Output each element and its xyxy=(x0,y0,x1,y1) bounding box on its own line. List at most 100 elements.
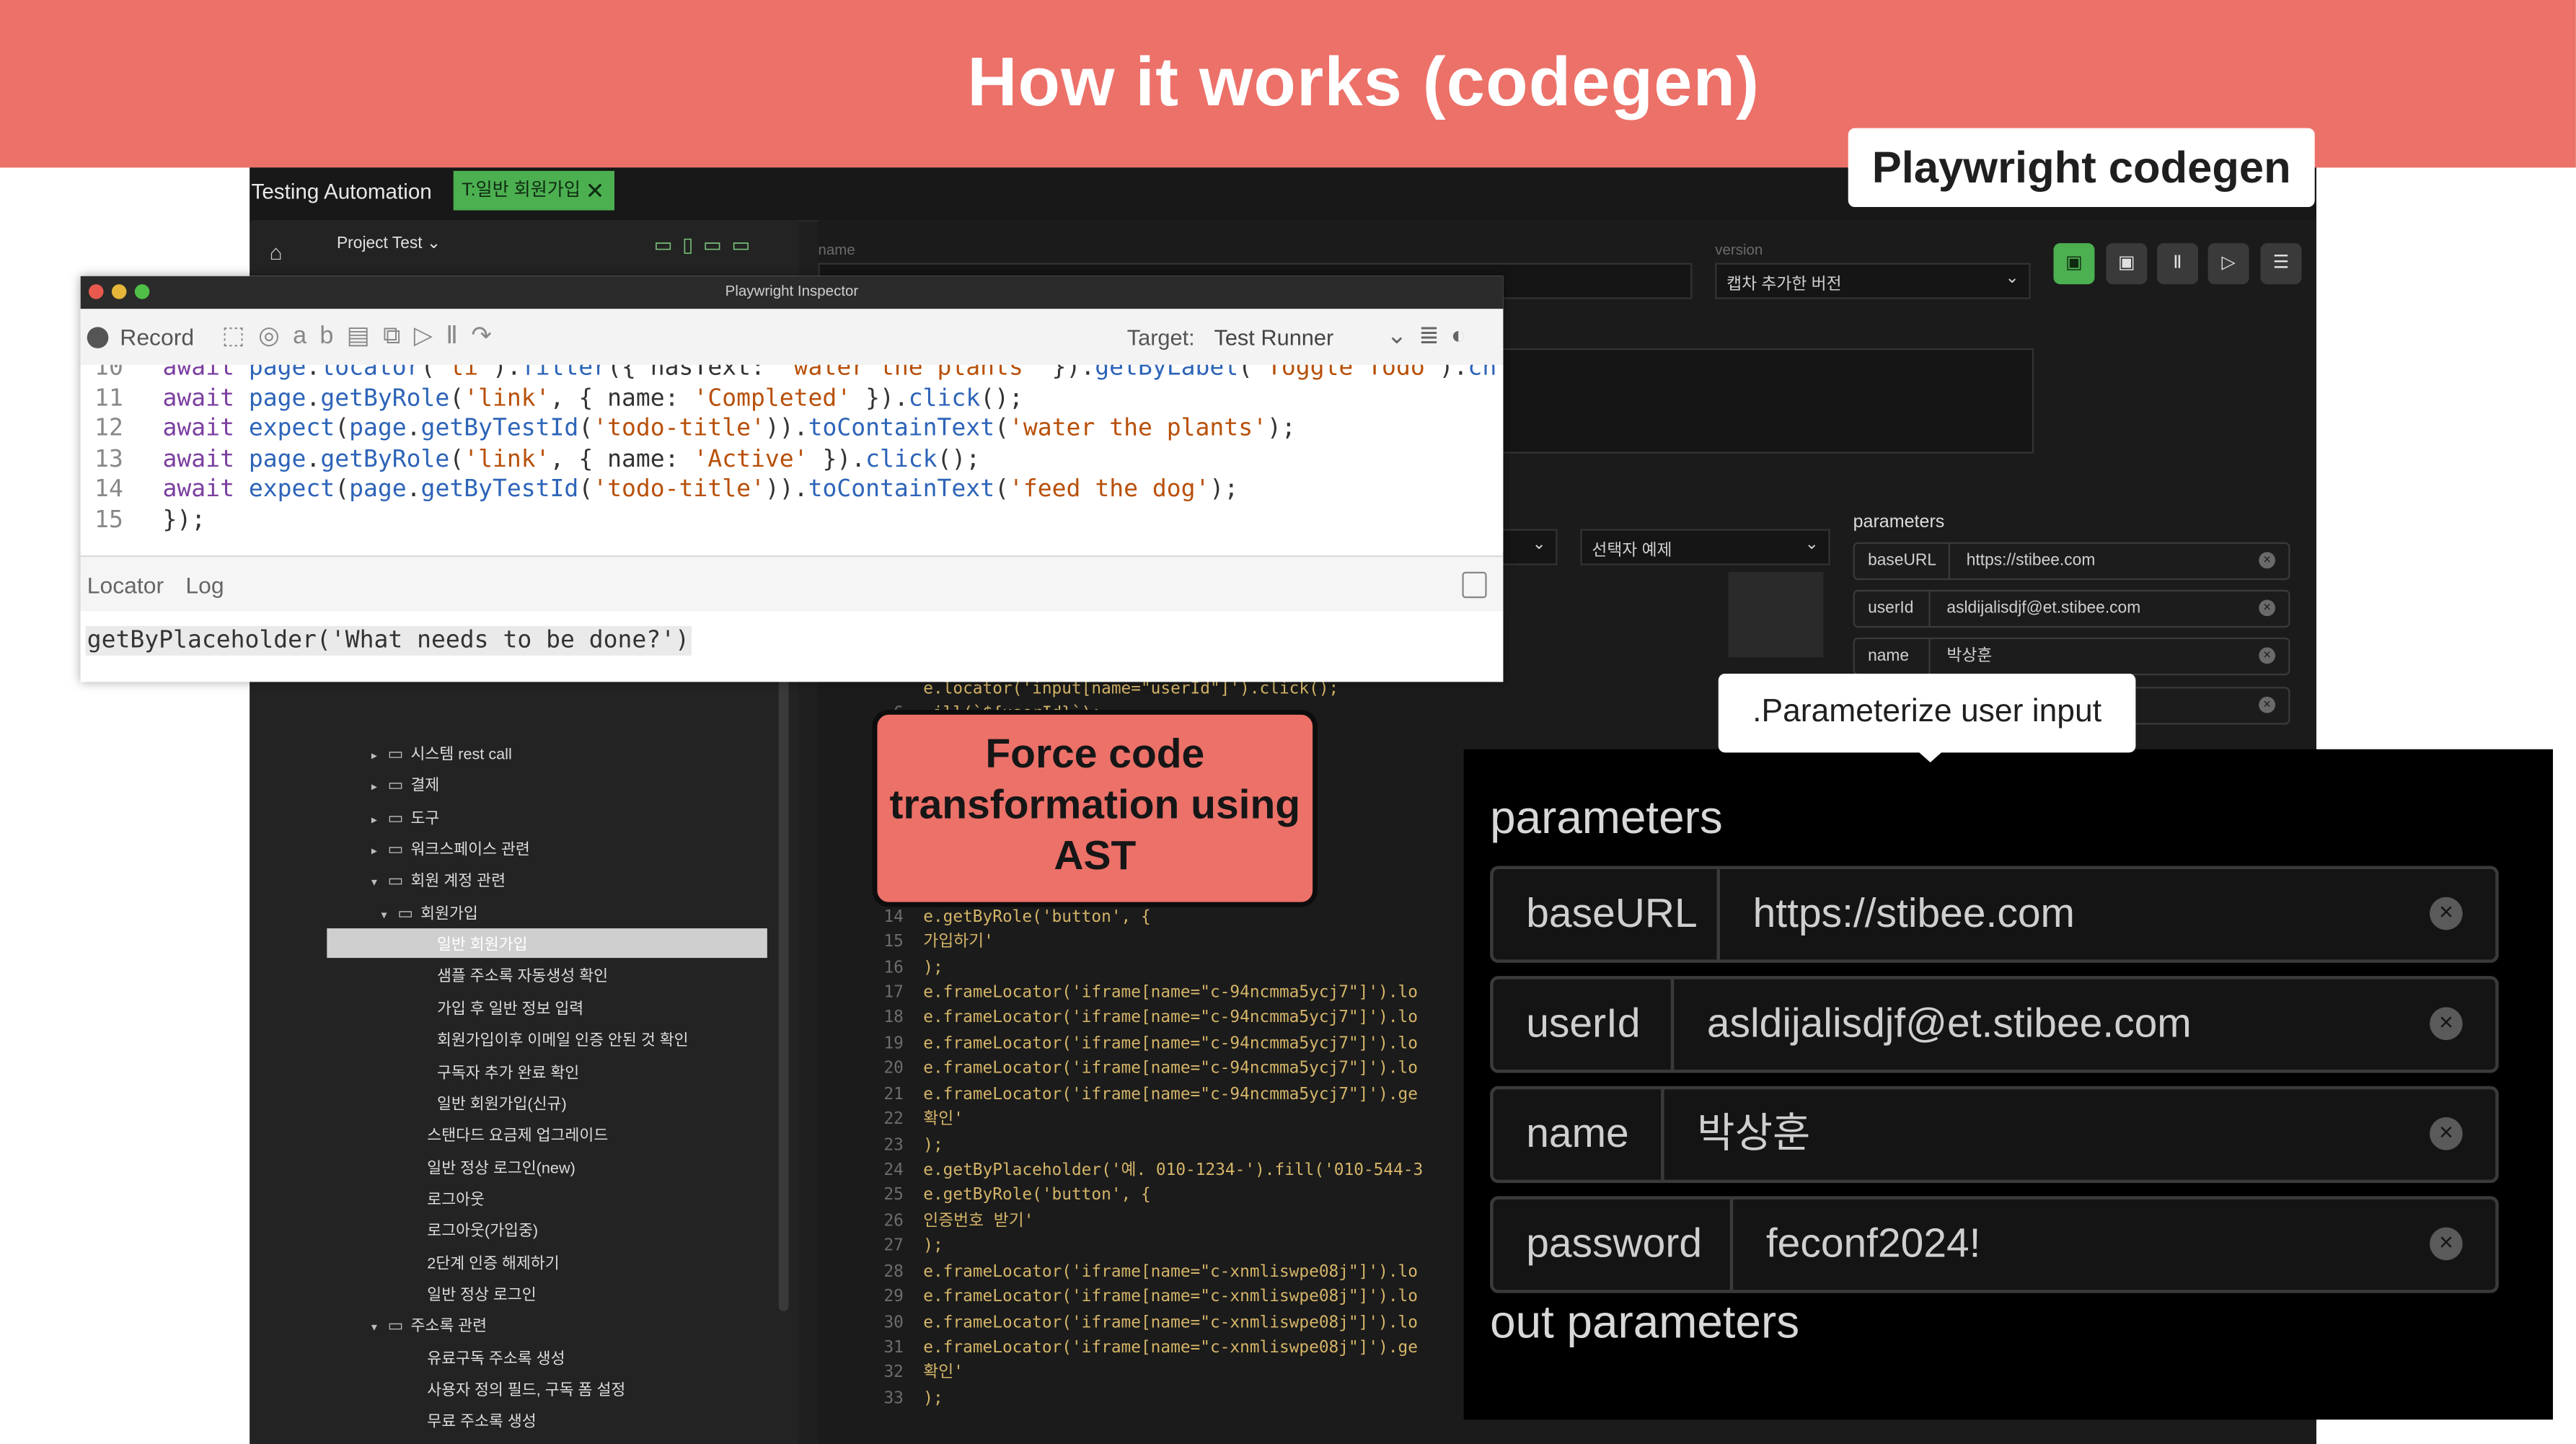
clear-icon[interactable]: × xyxy=(2259,696,2276,713)
line-number: 31 xyxy=(883,1339,904,1357)
text-assert-icon[interactable]: ab xyxy=(293,322,346,350)
tree-item[interactable]: 일반 정상 로그인(new) xyxy=(427,1153,575,1184)
param-value-input[interactable]: 박상훈 xyxy=(1697,1089,1810,1179)
param-row: password feconf2024! × xyxy=(1490,1196,2499,1293)
version-select[interactable]: 캡차 추가한 버전 ⌄ xyxy=(1715,263,2031,299)
tree-item[interactable]: 로그아웃(가입중) xyxy=(427,1216,538,1247)
tree-item-label: 가입 후 일반 정보 입력 xyxy=(436,1000,584,1018)
tree-item[interactable]: 일반 정상 로그인 xyxy=(427,1280,536,1311)
target-select[interactable]: Test Runner xyxy=(1214,325,1333,350)
tree-item[interactable]: ▸▭admin.stibee.com xyxy=(371,1439,533,1444)
selector-example-label: 선택자 예제 xyxy=(1592,542,1672,560)
chevron-down-icon[interactable]: ▾ xyxy=(381,900,397,931)
pause-icon[interactable]: Ⅱ xyxy=(2157,243,2198,285)
play-icon[interactable]: ▷ xyxy=(2207,243,2249,285)
tree-item[interactable]: 샘플 주소록 자동생성 확인 xyxy=(437,962,608,993)
tree-item[interactable]: 로그아웃 xyxy=(427,1184,485,1215)
file-add-icon[interactable]: ▯ xyxy=(682,233,703,256)
tree-item[interactable]: 사용자 정의 필드, 구독 폼 설정 xyxy=(427,1375,625,1406)
chevron-down-icon[interactable]: ⌄ xyxy=(1387,322,1419,350)
param-value-input[interactable]: 박상훈 xyxy=(1946,639,1992,674)
tree-item[interactable]: ▾ ▭ 회원 계정 관련 xyxy=(371,866,506,897)
clear-icon[interactable]: × xyxy=(2259,647,2276,664)
tree-item[interactable]: 가입 후 일반 정보 입력 xyxy=(437,994,583,1025)
tree-item[interactable]: ▸ ▭ 결제 xyxy=(371,771,440,802)
param-value-input[interactable]: https://stibee.com xyxy=(1753,869,2075,959)
param-value-input[interactable]: asldijalisdjf@et.stibee.com xyxy=(1946,591,2140,626)
tree-item-label: 회원 계정 관련 xyxy=(410,873,506,892)
param-value-input[interactable]: https://stibee.com xyxy=(1967,544,2096,578)
project-dropdown[interactable]: Project Test ⌄ xyxy=(337,235,441,253)
tree-item[interactable]: ▸ ▭ 시스템 rest call xyxy=(371,739,512,770)
tab-log[interactable]: Log xyxy=(185,572,224,598)
record-icon[interactable] xyxy=(87,327,109,348)
codegen-button[interactable]: ▣ xyxy=(2053,243,2095,285)
value-assert-icon[interactable]: ▤ xyxy=(347,322,384,350)
chevron-right-icon[interactable]: ▸ xyxy=(371,837,388,868)
tree-item[interactable]: 유료구독 주소록 생성 xyxy=(427,1344,565,1375)
callout-label: .Parameterize user input xyxy=(1752,693,2102,730)
project-label: Project Test xyxy=(336,234,423,253)
code-text: e.frameLocator('iframe[name="c-94ncmma5y… xyxy=(923,1086,1418,1104)
tree-item-label: 일반 정상 로그인(new) xyxy=(427,1159,575,1178)
eye-icon[interactable]: ◎ xyxy=(258,322,293,350)
theme-toggle-icon[interactable]: ◐ xyxy=(1451,322,1478,350)
folder-actions[interactable]: ▭▯▭▭ xyxy=(654,233,760,256)
chevron-right-icon[interactable]: ▸ xyxy=(371,772,388,804)
step-over-icon[interactable]: ↷ xyxy=(471,322,505,350)
tree-item[interactable]: 일반 회원가입 xyxy=(437,930,528,961)
code-text: 확인' xyxy=(923,1364,963,1383)
chevron-right-icon[interactable]: ▸ xyxy=(371,805,388,836)
folder-open-icon[interactable]: ▭ xyxy=(703,233,732,256)
tree-item[interactable]: 회원가입이후 이메일 인증 안된 것 확인 xyxy=(437,1026,689,1057)
tree-item[interactable]: ▸ ▭ 워크스페이스 관련 xyxy=(371,835,530,866)
folder-icon[interactable]: ▭ xyxy=(731,233,760,256)
chevron-down-icon: ⌄ xyxy=(1804,535,1819,554)
tab-signup[interactable]: T:일반 회원가입 ✕ xyxy=(453,170,614,211)
clear-icon[interactable]: × xyxy=(2430,1117,2463,1150)
record-button[interactable]: Record xyxy=(120,324,194,350)
param-value-input[interactable]: feconf2024! xyxy=(1766,1199,1981,1290)
code-text: ); xyxy=(923,1389,943,1408)
clear-icon[interactable]: × xyxy=(2259,599,2276,617)
tree-item[interactable]: ▾ ▭ 주소록 관련 xyxy=(371,1312,487,1343)
tree-item[interactable]: 2단계 인증 해제하기 xyxy=(427,1248,559,1279)
folder-icon[interactable]: ▭ xyxy=(654,233,683,256)
selector-example-select[interactable]: 선택자 예제 ⌄ xyxy=(1580,529,1830,565)
callout-label: Playwright codegen xyxy=(1871,143,2291,193)
home-icon[interactable]: ⌂ xyxy=(270,240,296,266)
menu-icon[interactable]: ≣ xyxy=(1419,322,1451,350)
resume-icon[interactable]: ▷ xyxy=(414,322,446,350)
locator-input[interactable]: getByPlaceholder('What needs to be done?… xyxy=(85,625,692,656)
document-icon[interactable]: ☰ xyxy=(2260,243,2302,285)
tree-item[interactable]: ▸ ▭ 도구 xyxy=(371,803,440,834)
close-icon[interactable]: ✕ xyxy=(586,171,605,211)
tree-item[interactable]: 구독자 추가 완료 확인 xyxy=(437,1057,579,1088)
code-text: e.frameLocator('iframe[name="c-xnmliswpe… xyxy=(923,1262,1418,1282)
copy-icon[interactable] xyxy=(1462,571,1487,599)
clear-icon[interactable]: × xyxy=(2430,1007,2463,1040)
param-value-input[interactable]: asldijalisdjf@et.stibee.com xyxy=(1707,979,2192,1070)
chevron-right-icon[interactable]: ▸ xyxy=(371,741,388,772)
tree-item[interactable]: ▾ ▭ 회원가입 xyxy=(381,898,477,929)
pick-locator-icon[interactable]: ⬚ xyxy=(222,322,259,350)
cube-icon[interactable]: ▣ xyxy=(2106,243,2148,285)
code-text: e.frameLocator('iframe[name="c-94ncmma5y… xyxy=(923,1034,1418,1053)
clear-icon[interactable]: × xyxy=(2430,897,2463,930)
chevron-down-icon: ⌄ xyxy=(2005,269,2019,288)
chevron-right-icon[interactable]: ▸ xyxy=(371,1440,388,1444)
clear-icon[interactable]: × xyxy=(2430,1227,2463,1261)
description-textarea[interactable] xyxy=(1475,348,2034,454)
tree-item[interactable]: 무료 주소록 생성 xyxy=(427,1407,536,1438)
code-minimap[interactable] xyxy=(1728,571,1824,658)
copy-icon[interactable]: ⧉ xyxy=(383,322,414,350)
chevron-down-icon[interactable]: ▾ xyxy=(371,868,388,899)
chevron-down-icon[interactable]: ▾ xyxy=(371,1313,388,1344)
tree-item[interactable]: 일반 회원가입(신규) xyxy=(437,1089,567,1120)
clear-icon[interactable]: × xyxy=(2259,552,2276,569)
tab-locator[interactable]: Locator xyxy=(87,572,164,598)
pause-icon[interactable]: Ⅱ xyxy=(446,322,471,350)
line-number: 20 xyxy=(883,1060,904,1079)
inspector-code[interactable]: 10 await page.locator('li').filter({ hasT… xyxy=(80,364,1504,552)
tree-item[interactable]: 스탠다드 요금제 업그레이드 xyxy=(427,1121,608,1152)
